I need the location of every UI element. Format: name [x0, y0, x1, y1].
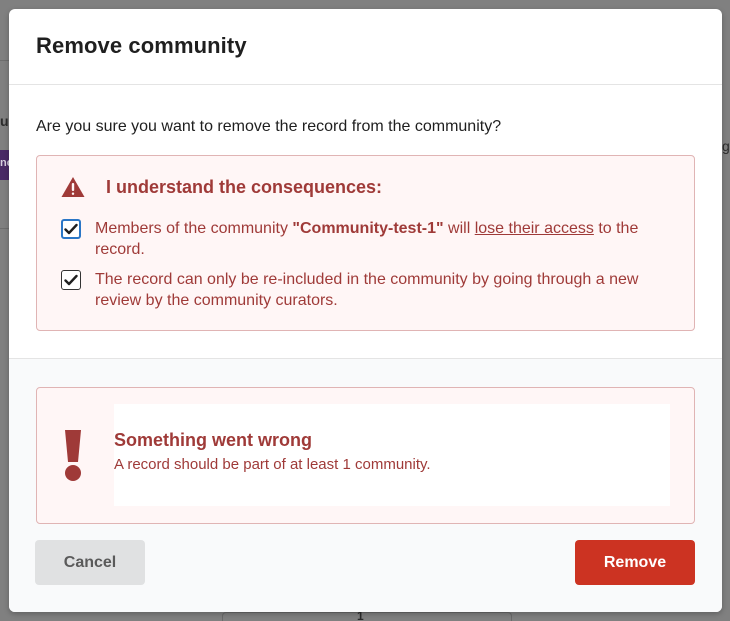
modal-title: Remove community — [36, 33, 247, 58]
background-text-fragment-right: g — [722, 138, 730, 154]
lose-access-link[interactable]: lose their access — [475, 220, 594, 237]
cancel-button[interactable]: Cancel — [35, 540, 145, 585]
remove-button[interactable]: Remove — [575, 540, 695, 585]
consequence-item-review: The record can only be re-included in th… — [61, 269, 694, 311]
consequence-item-access: Members of the community "Community-test… — [61, 218, 694, 260]
exclamation-icon — [65, 430, 81, 481]
review-consequence-text: The record can only be re-included in th… — [95, 271, 639, 309]
access-consequence-text: Members of the community "Community-test… — [95, 218, 675, 260]
modal-content: Are you sure you want to remove the reco… — [9, 85, 722, 359]
checkmark-icon — [64, 274, 78, 286]
warning-header: I understand the consequences: — [61, 176, 694, 198]
modal-actions: Something went wrong A record should be … — [9, 359, 722, 612]
modal-header: Remove community — [9, 9, 722, 85]
checkmark-icon — [64, 223, 78, 235]
review-checkbox[interactable] — [61, 270, 81, 290]
access-checkbox[interactable] — [61, 219, 81, 239]
error-message: A record should be part of at least 1 co… — [114, 456, 431, 473]
remove-community-modal: Remove community Are you sure you want t… — [9, 9, 722, 612]
warning-title: I understand the consequences: — [106, 176, 383, 197]
consequence-prefix: Members of the community — [95, 220, 293, 237]
confirmation-question: Are you sure you want to remove the reco… — [36, 118, 502, 135]
background-divider — [0, 228, 9, 229]
community-name: "Community-test-1" — [292, 220, 444, 237]
error-message-box: Something went wrong A record should be … — [36, 387, 695, 524]
consequence-middle: will — [443, 220, 475, 237]
background-pagination — [222, 612, 512, 621]
warning-triangle-icon — [61, 177, 85, 197]
error-content: Something went wrong A record should be … — [114, 404, 670, 506]
background-divider — [0, 60, 9, 61]
consequences-warning: I understand the consequences: Members o… — [36, 155, 695, 331]
error-title: Something went wrong — [114, 430, 312, 450]
background-text-fragment: u — [0, 113, 9, 129]
background-pagination-number: 1 — [357, 609, 364, 621]
